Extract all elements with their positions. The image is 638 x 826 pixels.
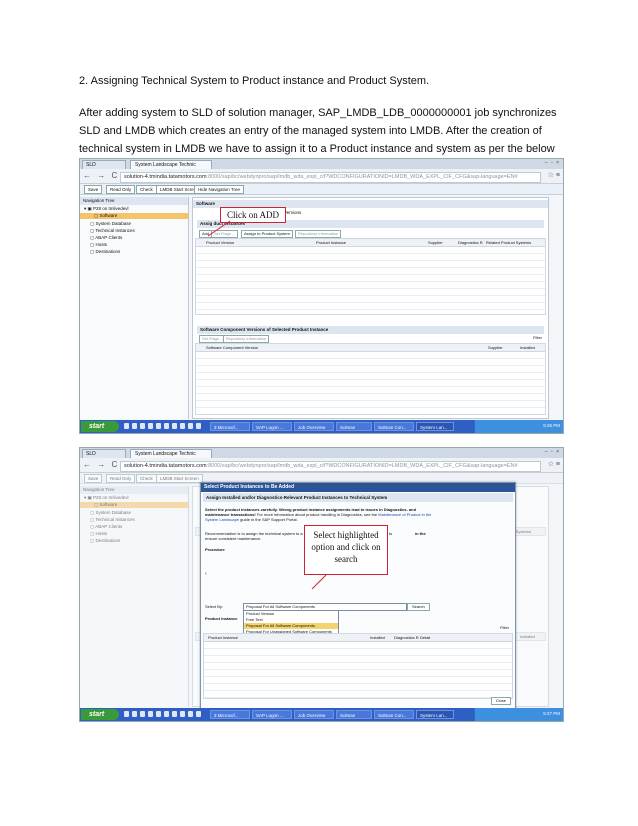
start-button[interactable]: start [81, 709, 119, 720]
task-microsoft[interactable]: 3 Microsof... [210, 710, 250, 719]
section-heading: 2. Assigning Technical System to Product… [79, 75, 430, 87]
task-sap-logon[interactable]: SAP Logon ... [252, 710, 292, 719]
quicklaunch-icon[interactable] [124, 711, 129, 717]
task-solman[interactable]: Solman [336, 422, 372, 431]
task-system-lan[interactable]: System Lan... [416, 422, 454, 431]
windows-taskbar: start 3 Microsof... SAP Logon ... Job Ov… [80, 708, 563, 721]
quicklaunch-icon[interactable] [188, 423, 193, 429]
clock: 5:26 PM [543, 423, 560, 428]
quicklaunch-icon[interactable] [156, 711, 161, 717]
quicklaunch-icon[interactable] [164, 711, 169, 717]
callout-arrow-1 [207, 220, 231, 237]
task-system-lan[interactable]: System Lan... [416, 710, 454, 719]
quicklaunch-icon[interactable] [188, 711, 193, 717]
system-tray: 5:26 PM [474, 420, 563, 433]
quicklaunch-icon[interactable] [156, 423, 161, 429]
screenshot-lmdb-software: SLD System Landscape Technic – ▫ × ← → C… [79, 158, 564, 434]
quicklaunch-icon[interactable] [196, 711, 201, 717]
quicklaunch-icon[interactable] [132, 423, 137, 429]
task-microsoft[interactable]: 3 Microsof... [210, 422, 250, 431]
callout-arrow-2 [311, 574, 327, 590]
quicklaunch-icon[interactable] [180, 711, 185, 717]
system-tray: 5:27 PM [474, 708, 563, 721]
quicklaunch-icon[interactable] [132, 711, 137, 717]
quicklaunch-icon[interactable] [140, 711, 145, 717]
clock: 5:27 PM [543, 711, 560, 716]
task-solman-con[interactable]: Solman Con... [374, 710, 414, 719]
quicklaunch-icon[interactable] [140, 423, 145, 429]
quicklaunch-icon[interactable] [124, 423, 129, 429]
quicklaunch-icon[interactable] [172, 423, 177, 429]
quicklaunch-icon[interactable] [196, 423, 201, 429]
task-job-overview[interactable]: Job Overview [294, 422, 334, 431]
task-solman-con[interactable]: Solman Con... [374, 422, 414, 431]
quicklaunch-icon[interactable] [148, 423, 153, 429]
task-solman[interactable]: Solman [336, 710, 372, 719]
windows-taskbar: start 3 Microsof... SAP Logon ... Job Ov… [80, 420, 563, 433]
quicklaunch-icon[interactable] [180, 423, 185, 429]
task-job-overview[interactable]: Job Overview [294, 710, 334, 719]
screenshot-select-product-instances: SLD System Landscape Technic – ▫ × ← → C… [79, 447, 564, 722]
quicklaunch-icon[interactable] [172, 711, 177, 717]
task-sap-logon[interactable]: SAP Logon ... [252, 422, 292, 431]
quicklaunch-icon[interactable] [148, 711, 153, 717]
quicklaunch-icon[interactable] [164, 423, 169, 429]
start-button[interactable]: start [81, 421, 119, 432]
